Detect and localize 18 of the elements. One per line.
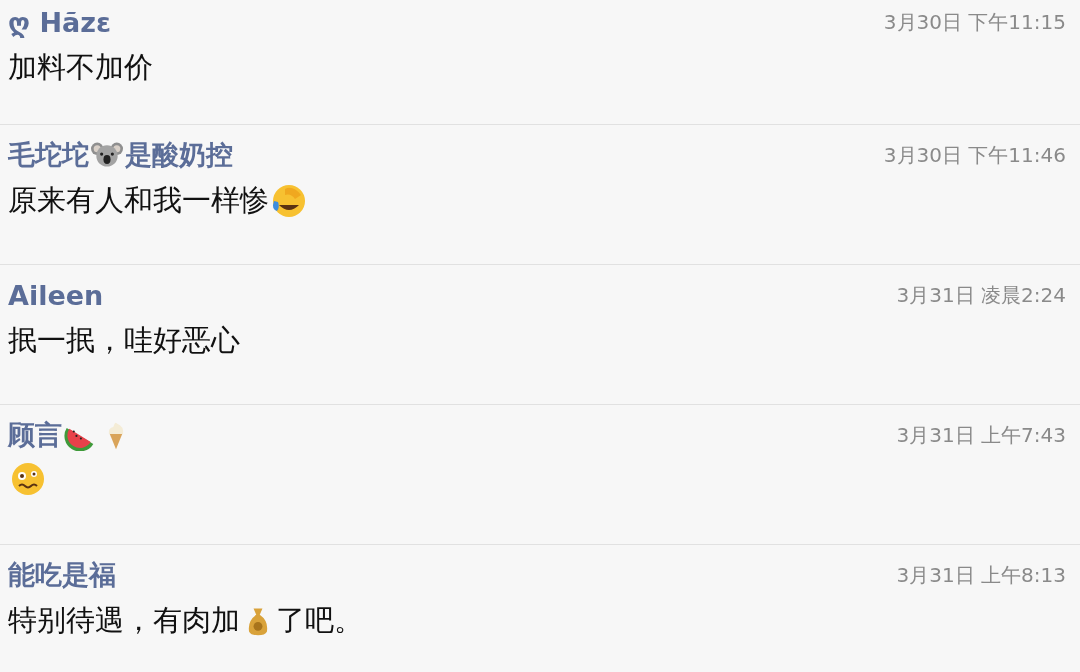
comment-text: 原来有人和我一样惨 (8, 182, 269, 219)
timestamp: 3月31日 上午8:13 (896, 561, 1066, 589)
comment-text: 特别待遇，有肉加 (8, 602, 240, 639)
user-name: 是酸奶控 (125, 138, 233, 172)
comment-text: 了吧。 (276, 602, 363, 639)
user-name: ღ Hãzɛ (8, 6, 111, 38)
timestamp: 3月30日 下午11:46 (883, 141, 1066, 169)
user-name: Aileen (8, 279, 104, 311)
user-name: 能吃是福 (8, 558, 116, 592)
timestamp: 3月31日 上午7:43 (896, 421, 1066, 449)
timestamp: 3月30日 下午11:15 (883, 8, 1066, 36)
timestamp: 3月31日 凌晨2:24 (896, 281, 1066, 309)
comment-text: 抿一抿，哇好恶心 (8, 322, 240, 359)
user-name: 毛坨坨 (8, 138, 89, 172)
comment-text: 加料不加价 (8, 49, 153, 86)
woozy-face-icon (10, 461, 46, 497)
laughing-face-icon (271, 183, 307, 219)
user-name: 顾言 (8, 418, 62, 452)
